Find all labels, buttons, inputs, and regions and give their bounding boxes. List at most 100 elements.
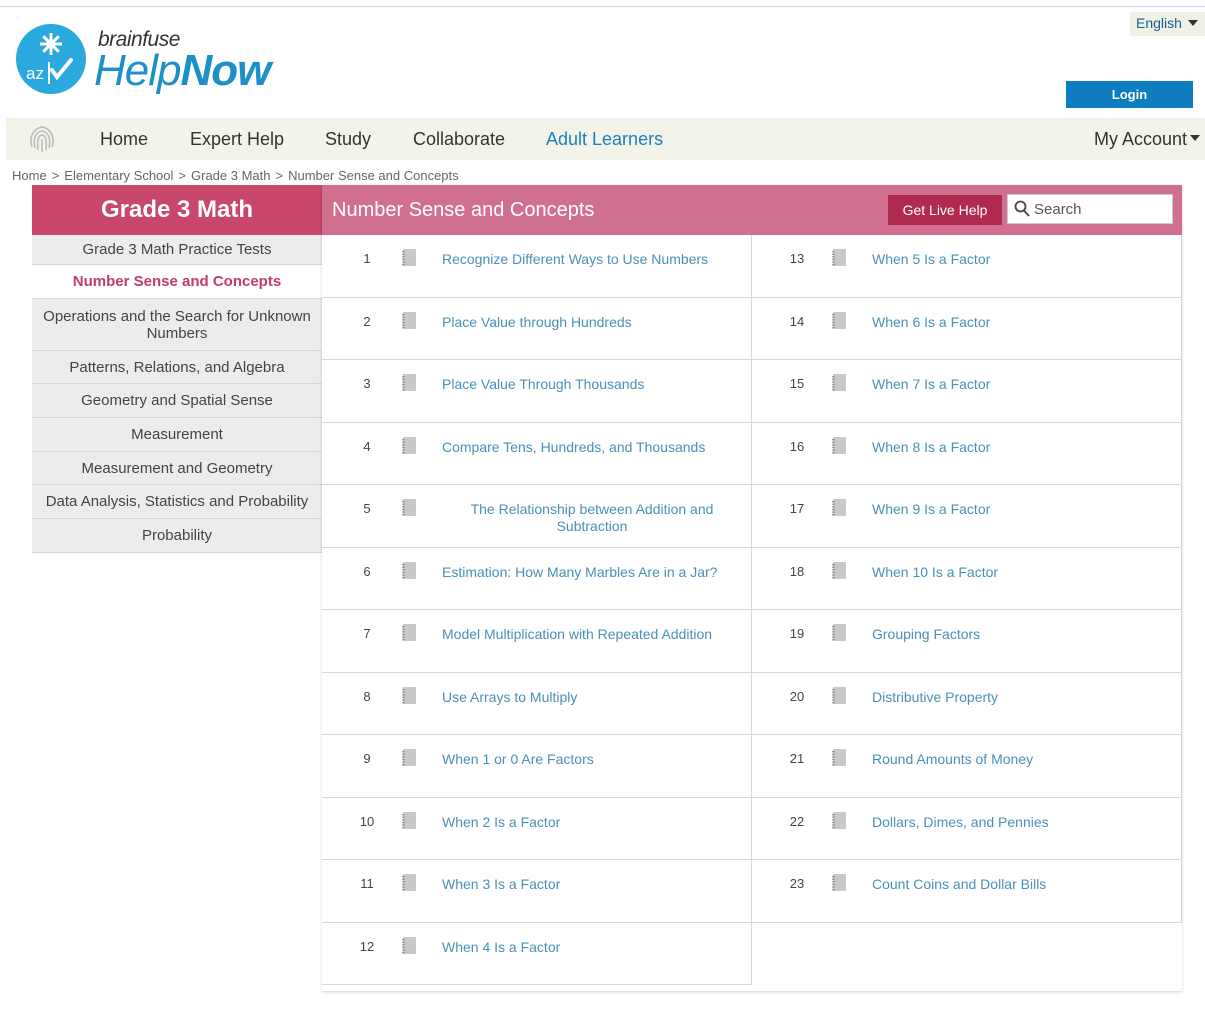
lesson-link[interactable]: Recognize Different Ways to Use Numbers: [442, 251, 732, 268]
sidebar-item-measurement[interactable]: Measurement: [32, 418, 322, 452]
breadcrumb-home[interactable]: Home: [12, 168, 47, 183]
lesson-row[interactable]: 7 Model Multiplication with Repeated Addi…: [322, 610, 752, 673]
lesson-row[interactable]: 15 When 7 Is a Factor: [752, 360, 1182, 423]
login-button[interactable]: Login: [1066, 81, 1193, 108]
lesson-row[interactable]: 21 Round Amounts of Money: [752, 735, 1182, 798]
nav-collaborate[interactable]: Collaborate: [413, 129, 505, 150]
svg-text:az: az: [26, 64, 44, 83]
lesson-panel-header: Number Sense and Concepts Get Live Help: [322, 185, 1182, 235]
lesson-number: 19: [789, 626, 805, 641]
lesson-link[interactable]: Grouping Factors: [872, 626, 1162, 643]
document-icon: [832, 686, 846, 704]
lesson-link[interactable]: When 4 Is a Factor: [442, 939, 732, 956]
lesson-row[interactable]: 8 Use Arrays to Multiply: [322, 672, 752, 735]
document-icon: [832, 874, 846, 891]
sidebar-item-probability[interactable]: Probability: [32, 519, 322, 553]
lesson-row[interactable]: 23 Count Coins and Dollar Bills: [752, 860, 1182, 923]
lesson-link[interactable]: When 8 Is a Factor: [872, 439, 1162, 456]
lesson-link[interactable]: Distributive Property: [872, 689, 1162, 706]
lesson-row[interactable]: 11 When 3 Is a Factor: [322, 860, 752, 923]
document-icon: [402, 249, 416, 266]
nav-study[interactable]: Study: [325, 129, 371, 150]
lesson-row[interactable]: 1 Recognize Different Ways to Use Numbers: [322, 235, 752, 298]
sidebar-item-number-sense[interactable]: Number Sense and Concepts: [32, 265, 322, 299]
breadcrumb-grade3math[interactable]: Grade 3 Math: [191, 168, 271, 183]
lesson-row[interactable]: 2 Place Value through Hundreds: [322, 297, 752, 360]
lesson-link[interactable]: The Relationship between Addition and Su…: [442, 501, 742, 535]
lesson-row[interactable]: 9 When 1 or 0 Are Factors: [322, 735, 752, 798]
lesson-row[interactable]: 4 Compare Tens, Hundreds, and Thousands: [322, 422, 752, 485]
lesson-row[interactable]: 3 Place Value Through Thousands: [322, 360, 752, 423]
lesson-link[interactable]: When 2 Is a Factor: [442, 814, 732, 831]
my-account-menu[interactable]: My Account: [1094, 129, 1201, 150]
language-selector[interactable]: English: [1130, 12, 1205, 36]
get-live-help-button[interactable]: Get Live Help: [888, 195, 1002, 225]
lesson-row[interactable]: 14 When 6 Is a Factor: [752, 297, 1182, 360]
lesson-row[interactable]: 10 When 2 Is a Factor: [322, 797, 752, 860]
document-icon: [832, 624, 846, 641]
fingerprint-icon[interactable]: [24, 121, 60, 157]
lesson-row[interactable]: 12 When 4 Is a Factor: [322, 922, 752, 985]
lesson-row[interactable]: 17 When 9 Is a Factor: [752, 485, 1182, 548]
nav-home[interactable]: Home: [100, 129, 148, 150]
sidebar-item-data-analysis[interactable]: Data Analysis, Statistics and Probabilit…: [32, 485, 322, 519]
breadcrumb-separator: >: [51, 168, 60, 183]
lesson-number: 17: [789, 501, 805, 516]
lesson-list-left: 1 Recognize Different Ways to Use Numbers…: [322, 235, 752, 985]
lesson-link[interactable]: Count Coins and Dollar Bills: [872, 876, 1162, 893]
document-icon: [402, 436, 416, 454]
lesson-number: 18: [789, 563, 805, 579]
lesson-number: 21: [789, 751, 805, 766]
lesson-row[interactable]: 6 Estimation: How Many Marbles Are in a J…: [322, 547, 752, 610]
sidebar-item-measurement-geometry[interactable]: Measurement and Geometry: [32, 452, 322, 485]
document-icon: [402, 936, 416, 954]
lesson-link[interactable]: Place Value through Hundreds: [442, 314, 732, 331]
lesson-row[interactable]: 19 Grouping Factors: [752, 610, 1182, 673]
lesson-row[interactable]: 20 Distributive Property: [752, 672, 1182, 735]
lesson-link[interactable]: When 6 Is a Factor: [872, 314, 1162, 331]
lesson-link[interactable]: Dollars, Dimes, and Pennies: [872, 814, 1162, 831]
lesson-link[interactable]: Compare Tens, Hundreds, and Thousands: [442, 439, 732, 456]
lesson-number: 10: [359, 813, 375, 829]
lesson-link[interactable]: Round Amounts of Money: [872, 751, 1162, 768]
sidebar-item-operations[interactable]: Operations and the Search for Unknown Nu…: [32, 299, 322, 351]
lesson-link[interactable]: When 10 Is a Factor: [872, 564, 1162, 581]
lesson-link[interactable]: Use Arrays to Multiply: [442, 689, 732, 706]
document-icon: [402, 686, 416, 704]
top-divider: [0, 6, 1205, 7]
lesson-row[interactable]: 22 Dollars, Dimes, and Pennies: [752, 797, 1182, 860]
lesson-row[interactable]: 18 When 10 Is a Factor: [752, 547, 1182, 610]
lesson-row[interactable]: 5 The Relationship between Addition and S…: [322, 485, 752, 548]
lesson-link[interactable]: Estimation: How Many Marbles Are in a Ja…: [442, 564, 732, 581]
nav-adult-learners[interactable]: Adult Learners: [546, 129, 663, 150]
my-account-label: My Account: [1094, 129, 1188, 149]
lesson-link[interactable]: Place Value Through Thousands: [442, 376, 732, 393]
lesson-number: 23: [789, 876, 805, 891]
lesson-list-right: 13 When 5 Is a Factor 14 When 6 Is a Factor…: [752, 235, 1182, 923]
search-input[interactable]: [1034, 195, 1170, 223]
lesson-link[interactable]: When 1 or 0 Are Factors: [442, 751, 732, 768]
lesson-number: 4: [363, 438, 371, 454]
document-icon: [402, 874, 416, 891]
lesson-link[interactable]: When 3 Is a Factor: [442, 876, 732, 893]
lesson-row[interactable]: 13 When 5 Is a Factor: [752, 235, 1182, 298]
sidebar-item-geometry[interactable]: Geometry and Spatial Sense: [32, 384, 322, 418]
sidebar-item-patterns[interactable]: Patterns, Relations, and Algebra: [32, 351, 322, 384]
brainfuse-helpnow-logo[interactable]: az brainfuse HelpNow: [16, 24, 306, 96]
lesson-link[interactable]: When 5 Is a Factor: [872, 251, 1162, 268]
breadcrumb-elementary[interactable]: Elementary School: [64, 168, 173, 183]
lesson-number: 2: [363, 313, 371, 329]
lesson-number: 3: [363, 376, 371, 391]
lesson-link[interactable]: When 7 Is a Factor: [872, 376, 1162, 393]
subject-sidebar: Grade 3 Math Grade 3 Math Practice Tests…: [32, 185, 322, 553]
nav-expert-help[interactable]: Expert Help: [190, 129, 284, 150]
sidebar-item-practice-tests[interactable]: Grade 3 Math Practice Tests: [32, 235, 322, 265]
document-icon: [832, 374, 846, 391]
lesson-link[interactable]: When 9 Is a Factor: [872, 501, 1162, 518]
lesson-link[interactable]: Model Multiplication with Repeated Addit…: [442, 626, 732, 643]
lesson-number: 16: [789, 438, 805, 454]
search-icon[interactable]: [1014, 200, 1030, 218]
logo-now-word: Now: [180, 46, 272, 95]
lesson-row[interactable]: 16 When 8 Is a Factor: [752, 422, 1182, 485]
lesson-number: 14: [789, 313, 805, 329]
